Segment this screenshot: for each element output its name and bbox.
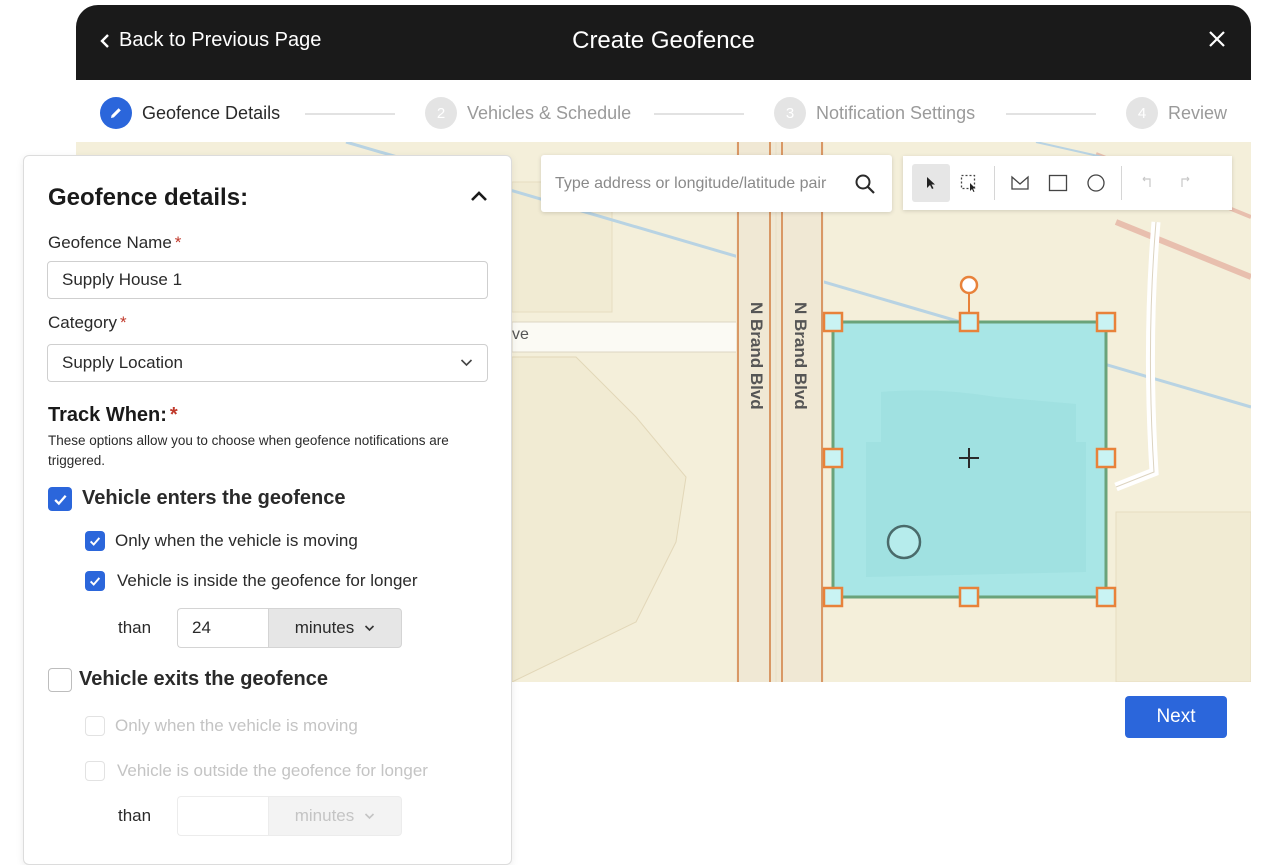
checkmark-icon <box>53 494 67 505</box>
select-icon <box>927 177 935 189</box>
checkmark-icon <box>89 537 101 546</box>
street-label: N Brand Blvd <box>747 302 766 410</box>
next-button[interactable]: Next <box>1125 696 1227 738</box>
exits-checkbox[interactable] <box>48 668 72 692</box>
street-label: N Brand Blvd <box>791 302 810 410</box>
step-number: 2 <box>425 97 457 129</box>
geofence-details-panel: Geofence details: Geofence Name * Supply … <box>23 155 512 865</box>
step-label: Review <box>1168 102 1228 123</box>
polygon-icon <box>1011 175 1029 190</box>
exits-label: Vehicle exits the geofence <box>79 668 328 690</box>
rectangle-icon <box>1048 174 1068 192</box>
circle-icon <box>1087 174 1105 192</box>
box-select-icon <box>960 174 976 192</box>
step-label: Geofence Details <box>142 102 281 123</box>
enters-label: Vehicle enters the geofence <box>82 487 346 509</box>
edit-pencil-icon <box>100 97 132 129</box>
enters-unit-select[interactable]: minutes <box>268 608 402 648</box>
enters-inside-label: Vehicle is inside the geofence for longe… <box>117 571 418 590</box>
toolbar-divider <box>994 166 995 200</box>
step-label: Notification Settings <box>816 102 976 123</box>
polygon-tool-button[interactable] <box>1001 164 1039 202</box>
exits-duration-input[interactable] <box>177 796 268 836</box>
enters-moving-checkbox[interactable] <box>85 531 105 551</box>
street-label: ve <box>512 326 529 343</box>
chevron-down-icon <box>365 813 375 820</box>
modal-header: Back to Previous Page Create Geofence <box>76 5 1251 80</box>
undo-icon <box>1142 176 1151 187</box>
redo-button[interactable] <box>1166 164 1204 202</box>
toolbar-divider <box>1121 166 1122 200</box>
page-title: Create Geofence <box>572 27 755 54</box>
exits-moving-label: Only when the vehicle is moving <box>115 716 358 735</box>
redo-icon <box>1181 176 1190 187</box>
category-value: Supply Location <box>62 353 183 372</box>
category-select[interactable]: Supply Location <box>47 344 488 382</box>
checkmark-icon <box>89 577 101 586</box>
enters-moving-label: Only when the vehicle is moving <box>115 531 358 550</box>
chevron-down-icon <box>460 359 473 367</box>
step-notification-settings[interactable]: 3 Notification Settings <box>774 97 975 129</box>
stepper-connector <box>654 113 744 115</box>
chevron-up-icon[interactable] <box>469 189 489 203</box>
track-when-heading: Track When: * <box>48 404 178 426</box>
search-icon[interactable] <box>854 173 876 195</box>
select-tool-button[interactable] <box>912 164 950 202</box>
circle-tool-button[interactable] <box>1077 164 1115 202</box>
panel-title: Geofence details: <box>48 184 249 211</box>
box-select-tool-button[interactable] <box>950 164 988 202</box>
stepper-connector <box>305 113 395 115</box>
close-icon[interactable] <box>1207 29 1227 49</box>
exits-moving-checkbox[interactable] <box>85 716 105 736</box>
stepper: Geofence Details 2 Vehicles & Schedule 3… <box>76 80 1251 142</box>
unit-value: minutes <box>294 618 355 637</box>
search-input[interactable] <box>555 174 845 193</box>
step-vehicles-schedule[interactable]: 2 Vehicles & Schedule <box>425 97 631 129</box>
exits-outside-checkbox[interactable] <box>85 761 105 781</box>
exits-outside-label: Vehicle is outside the geofence for long… <box>117 761 428 780</box>
track-when-description: These options allow you to choose when g… <box>48 433 449 468</box>
stepper-connector <box>1006 113 1096 115</box>
geofence-name-label: Geofence Name * <box>48 233 182 252</box>
undo-button[interactable] <box>1128 164 1166 202</box>
exits-unit-select[interactable]: minutes <box>268 796 402 836</box>
step-number: 4 <box>1126 97 1158 129</box>
draw-toolbar <box>903 156 1232 210</box>
address-search <box>541 155 892 212</box>
chevron-down-icon <box>365 625 375 632</box>
step-label: Vehicles & Schedule <box>467 102 632 123</box>
enters-duration-input[interactable]: 24 <box>177 608 268 648</box>
category-label: Category * <box>48 313 127 332</box>
than-label: than <box>118 618 152 637</box>
step-geofence-details[interactable]: Geofence Details <box>100 97 280 129</box>
step-review[interactable]: 4 Review <box>1126 97 1227 129</box>
than-label: than <box>118 806 152 825</box>
rectangle-tool-button[interactable] <box>1039 164 1077 202</box>
geofence-name-field[interactable]: Supply House 1 <box>47 261 488 299</box>
enters-checkbox[interactable] <box>48 487 72 511</box>
enters-inside-checkbox[interactable] <box>85 571 105 591</box>
unit-value: minutes <box>294 806 355 825</box>
step-number: 3 <box>774 97 806 129</box>
